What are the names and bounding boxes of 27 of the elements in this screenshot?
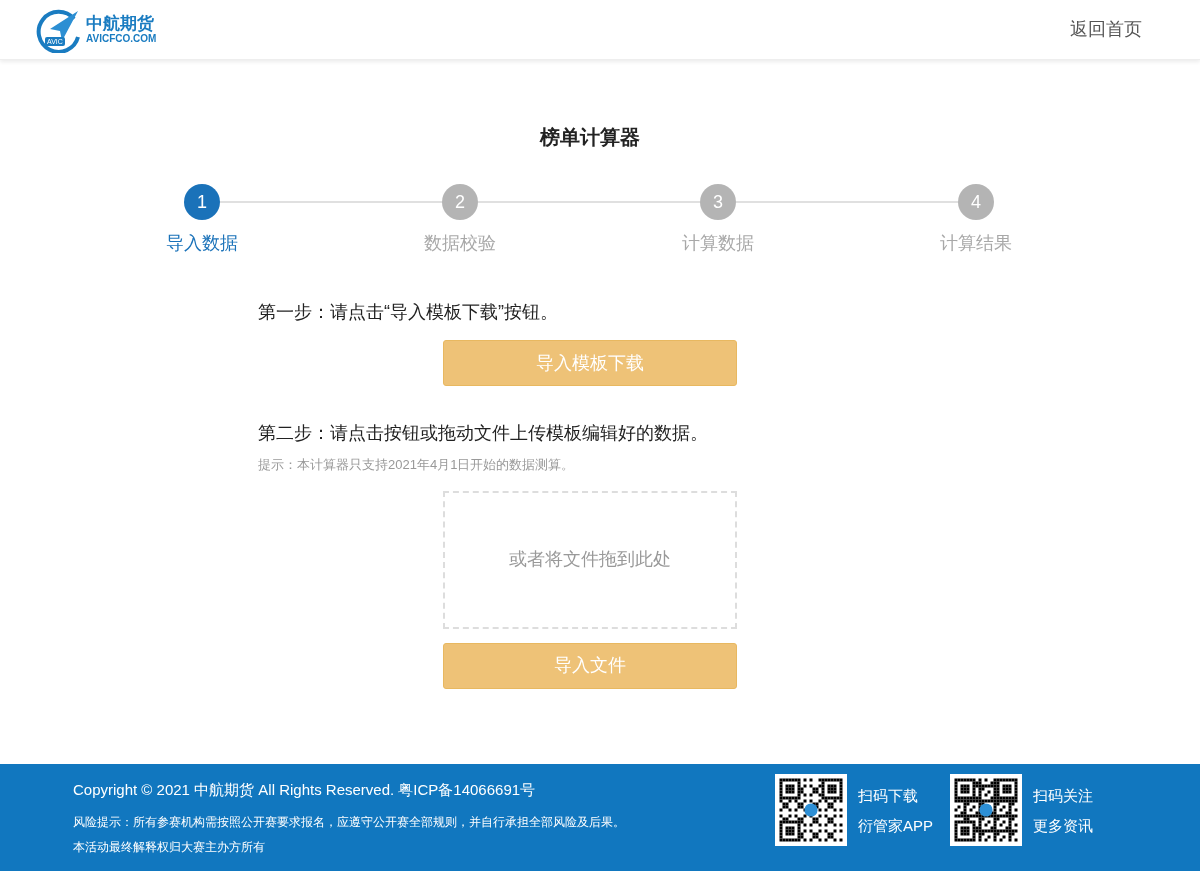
step-instruction: 第二步：请点击按钮或拖动文件上传模板编辑好的数据。 xyxy=(258,422,709,445)
qr-caption: 更多资讯 xyxy=(1033,816,1094,836)
step-number: 4 xyxy=(958,184,994,220)
step-label: 数据校验 xyxy=(424,232,496,255)
home-link[interactable]: 返回首页 xyxy=(1070,16,1164,43)
qr-caption: 扫码关注 xyxy=(1033,786,1094,806)
hint-text: 提示：本计算器只支持2021年4月1日开始的数据测算。 xyxy=(258,456,576,474)
import-file-button[interactable]: 导入文件 xyxy=(443,642,737,689)
file-drop-zone[interactable]: 或者将文件拖到此处 xyxy=(443,490,737,629)
rights-notice: 本活动最终解释权归大赛主办方所有 xyxy=(73,838,266,856)
download-template-button[interactable]: 导入模板下载 xyxy=(443,340,737,386)
qr-code-icon xyxy=(775,774,847,846)
qr-code-icon xyxy=(950,774,1022,846)
risk-notice: 风险提示：所有参赛机构需按照公开赛要求报名，应遵守公开赛全部规则，并自行承担全部风险及后果。 xyxy=(73,813,625,831)
step-label: 计算数据 xyxy=(682,232,754,255)
step-number: 1 xyxy=(184,184,220,220)
step-number: 2 xyxy=(442,184,478,220)
page-title: 榜单计算器 xyxy=(540,125,640,150)
logo-name: 中航期货 xyxy=(86,15,155,32)
step-label: 导入数据 xyxy=(166,232,238,255)
qr-caption: 衍管家APP xyxy=(858,816,934,836)
step-instruction: 第一步：请点击“导入模板下载”按钮。 xyxy=(258,301,559,324)
qr-caption: 扫码下载 xyxy=(858,786,919,806)
copyright-text: Copyright © 2021 中航期货 All Rights Reserved. 粤ICP备14066691号 xyxy=(73,780,537,800)
step-number: 3 xyxy=(700,184,736,220)
logo-domain: AVICFCO.COM xyxy=(86,34,157,44)
step-label: 计算结果 xyxy=(940,232,1012,255)
